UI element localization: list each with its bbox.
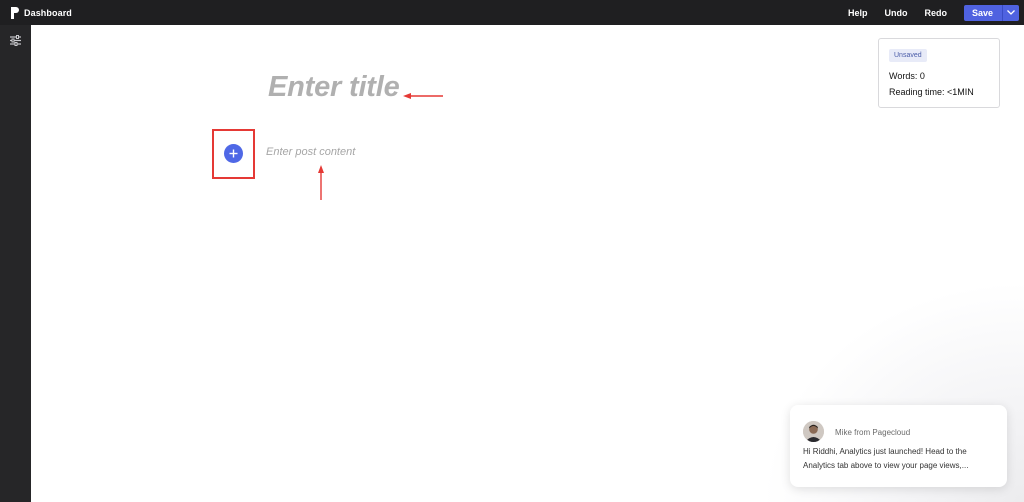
avatar — [803, 421, 824, 442]
sliders-icon[interactable] — [10, 35, 21, 46]
editor-canvas: Enter title Enter post content Unsaved W… — [31, 25, 1024, 502]
help-button[interactable]: Help — [848, 8, 868, 18]
dashboard-link[interactable]: Dashboard — [11, 6, 72, 19]
status-badge: Unsaved — [889, 49, 927, 62]
save-button-group: Save — [963, 4, 1019, 21]
dashboard-label: Dashboard — [24, 7, 72, 18]
annotation-arrowhead-content — [318, 165, 324, 173]
chat-sender: Mike from Pagecloud — [835, 428, 911, 437]
save-options-button[interactable] — [1002, 4, 1019, 21]
left-sidebar — [0, 25, 31, 502]
add-block-button[interactable] — [224, 144, 243, 163]
top-bar: Dashboard Help Undo Redo Save — [0, 0, 1024, 25]
chat-message-card[interactable]: Mike from Pagecloud Hi Riddhi, Analytics… — [790, 405, 1007, 487]
plus-icon — [229, 149, 238, 158]
redo-button[interactable]: Redo — [924, 8, 947, 18]
chat-message-text: Hi Riddhi, Analytics just launched! Head… — [803, 447, 969, 470]
top-actions: Help Undo Redo Save — [848, 0, 1024, 25]
pagecloud-logo-icon — [11, 6, 20, 19]
word-count: Words: 0 — [889, 71, 925, 81]
save-button[interactable]: Save — [963, 4, 1002, 21]
reading-time: Reading time: <1MIN — [889, 87, 974, 97]
chevron-down-icon — [1007, 10, 1015, 15]
post-stats-card: Unsaved Words: 0 Reading time: <1MIN — [878, 38, 1000, 108]
content-input[interactable]: Enter post content — [266, 146, 355, 158]
undo-button[interactable]: Undo — [884, 8, 907, 18]
title-input[interactable]: Enter title — [268, 71, 568, 104]
